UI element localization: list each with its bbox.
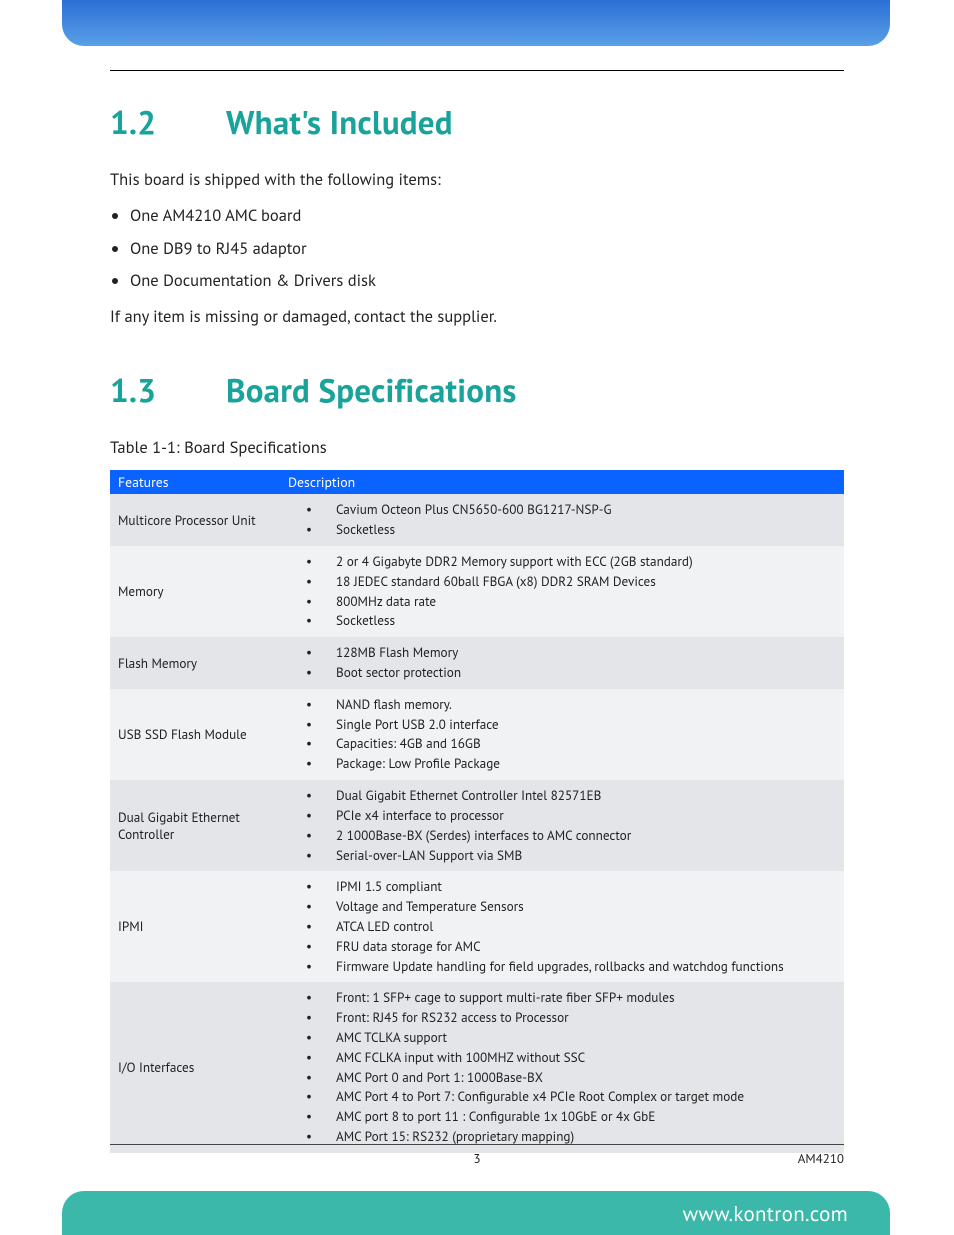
description-cell: Dual Gigabit Ethernet Controller Intel 8… xyxy=(280,780,844,871)
table-row: Memory 2 or 4 Gigabyte DDR2 Memory suppor… xyxy=(110,546,844,637)
feature-cell: Flash Memory xyxy=(110,637,280,689)
description-item: Socketless xyxy=(288,611,836,631)
description-item: 128MB Flash Memory xyxy=(288,643,836,663)
description-item: ATCA LED control xyxy=(288,917,836,937)
description-item: Single Port USB 2.0 interface xyxy=(288,715,836,735)
feature-cell: Multicore Processor Unit xyxy=(110,494,280,546)
closing-text: If any item is missing or damaged, conta… xyxy=(110,305,844,327)
footer-tab: www.kontron.com xyxy=(62,1191,890,1235)
description-cell: NAND flash memory.Single Port USB 2.0 in… xyxy=(280,689,844,780)
description-item: Front: RJ45 for RS232 access to Processo… xyxy=(288,1008,836,1028)
description-item: 18 JEDEC standard 60ball FBGA (x8) DDR2 … xyxy=(288,572,836,592)
description-item: Package: Low Profile Package xyxy=(288,754,836,774)
section-number: 1.2 xyxy=(110,101,168,144)
description-item: Firmware Update handling for field upgra… xyxy=(288,957,836,977)
description-item: AMC port 8 to port 11 : Configurable 1x … xyxy=(288,1107,836,1127)
description-item: Capacities: 4GB and 16GB xyxy=(288,734,836,754)
footer-url: www.kontron.com xyxy=(683,1200,848,1227)
description-cell: Front: 1 SFP+ cage to support multi-rate… xyxy=(280,982,844,1153)
col-description: Description xyxy=(280,470,844,494)
description-item: NAND flash memory. xyxy=(288,695,836,715)
table-row: I/O Interfaces Front: 1 SFP+ cage to supp… xyxy=(110,982,844,1153)
header-tab xyxy=(62,0,890,46)
description-item: AMC TCLKA support xyxy=(288,1028,836,1048)
list-item: One AM4210 AMC board xyxy=(130,204,844,226)
description-item: AMC FCLKA input with 100MHZ without SSC xyxy=(288,1048,836,1068)
description-item: 2 1000Base-BX (Serdes) interfaces to AMC… xyxy=(288,826,836,846)
description-item: Socketless xyxy=(288,520,836,540)
page-content: 1.2 What's Included This board is shippe… xyxy=(110,70,844,1153)
intro-text: This board is shipped with the following… xyxy=(110,168,844,190)
description-item: Cavium Octeon Plus CN5650-600 BG1217-NSP… xyxy=(288,500,836,520)
footer-rule xyxy=(110,1144,844,1145)
section-number: 1.3 xyxy=(110,369,168,412)
spec-table: Features Description Multicore Processor… xyxy=(110,470,844,1153)
col-features: Features xyxy=(110,470,280,494)
included-items-list: One AM4210 AMC board One DB9 to RJ45 ada… xyxy=(130,204,844,291)
description-item: 2 or 4 Gigabyte DDR2 Memory support with… xyxy=(288,552,836,572)
list-item: One Documentation & Drivers disk xyxy=(130,269,844,291)
table-header-row: Features Description xyxy=(110,470,844,494)
description-item: AMC Port 4 to Port 7: Configurable x4 PC… xyxy=(288,1087,836,1107)
feature-cell: I/O Interfaces xyxy=(110,982,280,1153)
description-item: Dual Gigabit Ethernet Controller Intel 8… xyxy=(288,786,836,806)
description-item: FRU data storage for AMC xyxy=(288,937,836,957)
description-item: Boot sector protection xyxy=(288,663,836,683)
section-heading-1-2: 1.2 What's Included xyxy=(110,101,844,144)
list-item: One DB9 to RJ45 adaptor xyxy=(130,237,844,259)
description-item: AMC Port 0 and Port 1: 1000Base-BX xyxy=(288,1068,836,1088)
top-rule xyxy=(110,70,844,71)
description-cell: 2 or 4 Gigabyte DDR2 Memory support with… xyxy=(280,546,844,637)
feature-cell: IPMI xyxy=(110,871,280,982)
table-row: Multicore Processor Unit Cavium Octeon Pl… xyxy=(110,494,844,546)
description-item: 800MHz data rate xyxy=(288,592,836,612)
table-caption: Table 1-1: Board Specifications xyxy=(110,436,844,458)
table-row: Flash Memory128MB Flash MemoryBoot secto… xyxy=(110,637,844,689)
description-cell: 128MB Flash MemoryBoot sector protection xyxy=(280,637,844,689)
description-item: Serial-over-LAN Support via SMB xyxy=(288,846,836,866)
feature-cell: Memory xyxy=(110,546,280,637)
section-title: What's Included xyxy=(226,101,453,144)
model-label: AM4210 xyxy=(798,1150,844,1167)
description-item: Voltage and Temperature Sensors xyxy=(288,897,836,917)
feature-cell: USB SSD Flash Module xyxy=(110,689,280,780)
description-cell: Cavium Octeon Plus CN5650-600 BG1217-NSP… xyxy=(280,494,844,546)
description-item: IPMI 1.5 compliant xyxy=(288,877,836,897)
description-item: Front: 1 SFP+ cage to support multi-rate… xyxy=(288,988,836,1008)
description-cell: IPMI 1.5 compliantVoltage and Temperatur… xyxy=(280,871,844,982)
table-row: IPMIIPMI 1.5 compliantVoltage and Temper… xyxy=(110,871,844,982)
description-item: PCIe x4 interface to processor xyxy=(288,806,836,826)
feature-cell: Dual Gigabit Ethernet Controller xyxy=(110,780,280,871)
table-row: USB SSD Flash ModuleNAND flash memory.Si… xyxy=(110,689,844,780)
section-heading-1-3: 1.3 Board Specifications xyxy=(110,369,844,412)
table-row: Dual Gigabit Ethernet Controller Dual Gig… xyxy=(110,780,844,871)
section-title: Board Specifications xyxy=(226,369,517,412)
